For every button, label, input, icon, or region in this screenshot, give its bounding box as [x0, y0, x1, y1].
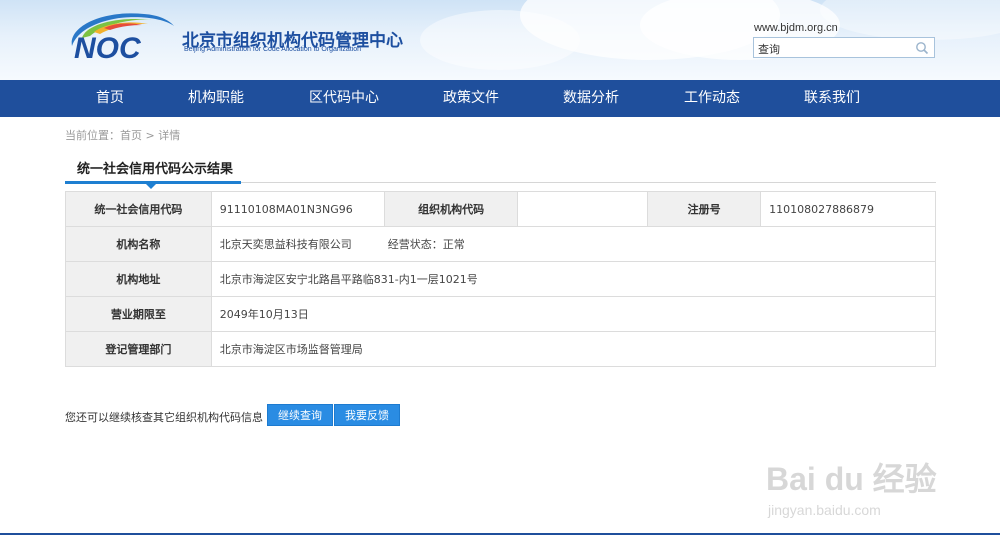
breadcrumb-current: 详情: [158, 129, 181, 142]
table-row: 机构名称 北京天奕思益科技有限公司 经营状态：正常: [65, 226, 937, 262]
breadcrumb-prefix: 当前位置：: [65, 129, 120, 142]
credit-code-result-table: 统一社会信用代码 91110108MA01N3NG96 组织机构代码 注册号 1…: [65, 191, 937, 367]
table-row: 登记管理部门 北京市海淀区市场监督管理局: [65, 331, 937, 367]
term-value: 2049年10月13日: [210, 296, 937, 332]
org-name-cell: 北京天奕思益科技有限公司 经营状态：正常: [210, 226, 937, 262]
org-name-en: Beijing Administration for Code Allocati…: [184, 46, 362, 53]
credit-code-label: 统一社会信用代码: [65, 191, 212, 227]
reg-no-label: 注册号: [647, 191, 762, 227]
search-icon[interactable]: [915, 41, 929, 55]
nav-item-news[interactable]: 工作动态: [684, 80, 740, 117]
header-cloud: [420, 10, 580, 70]
watermark-brand: Bai du 经验: [766, 461, 937, 497]
nav-item-data-analysis[interactable]: 数据分析: [563, 80, 619, 117]
table-row: 统一社会信用代码 91110108MA01N3NG96 组织机构代码 注册号 1…: [65, 191, 936, 227]
watermark-url: jingyan.baidu.com: [768, 502, 881, 518]
page-bottom-bar: [0, 533, 1000, 544]
breadcrumb: 当前位置：首页 > 详情: [65, 127, 180, 143]
breadcrumb-separator: >: [142, 129, 159, 142]
org-code-label: 组织机构代码: [383, 191, 519, 227]
header-cloud: [820, 0, 1000, 40]
main-nav: 首页 机构职能 区代码中心 政策文件 数据分析 工作动态 联系我们: [0, 80, 1000, 117]
site-header: NOC 北京市组织机构代码管理中心 Beijing Administration…: [0, 0, 1000, 80]
baidu-watermark: Bai du 经验 jingyan.baidu.com: [766, 444, 946, 524]
continue-prompt: 您还可以继续核查其它组织机构代码信息: [65, 411, 263, 424]
breadcrumb-home[interactable]: 首页: [120, 129, 142, 142]
reg-no-value: 110108027886879: [760, 191, 936, 227]
table-row: 机构地址 北京市海淀区安宁北路昌平路临831-内1一层1021号: [65, 261, 937, 297]
section-title: 统一社会信用代码公示结果: [77, 162, 234, 177]
nav-item-district-centers[interactable]: 区代码中心: [309, 80, 379, 117]
org-code-value: [517, 191, 649, 227]
nav-item-policy[interactable]: 政策文件: [443, 80, 499, 117]
table-row: 营业期限至 2049年10月13日: [65, 296, 937, 332]
status-value: 正常: [442, 238, 465, 251]
search-input[interactable]: [754, 40, 904, 59]
site-logo[interactable]: NOC 北京市组织机构代码管理中心 Beijing Administration…: [64, 8, 404, 68]
address-label: 机构地址: [65, 261, 212, 297]
org-name-value: 北京天奕思益科技有限公司: [219, 238, 352, 251]
term-label: 营业期限至: [65, 296, 212, 332]
nav-item-functions[interactable]: 机构职能: [188, 80, 244, 117]
address-value: 北京市海淀区安宁北路昌平路临831-内1一层1021号: [210, 261, 937, 297]
noc-logo-icon: NOC: [71, 13, 174, 65]
site-url[interactable]: www.bjdm.org.cn: [754, 22, 838, 34]
section-tab-arrow-icon: [146, 184, 156, 189]
org-name-label: 机构名称: [65, 226, 212, 262]
authority-label: 登记管理部门: [65, 331, 212, 367]
logo-text: NOC: [74, 32, 142, 65]
feedback-button[interactable]: 我要反馈: [334, 404, 400, 426]
continue-query-button[interactable]: 继续查询: [267, 404, 333, 426]
nav-item-home[interactable]: 首页: [96, 80, 124, 117]
authority-value: 北京市海淀区市场监督管理局: [210, 331, 937, 367]
search-box: [753, 37, 935, 59]
nav-item-contact[interactable]: 联系我们: [804, 80, 860, 117]
status-label: 经营状态：: [387, 238, 443, 251]
credit-code-value: 91110108MA01N3NG96: [210, 191, 385, 227]
